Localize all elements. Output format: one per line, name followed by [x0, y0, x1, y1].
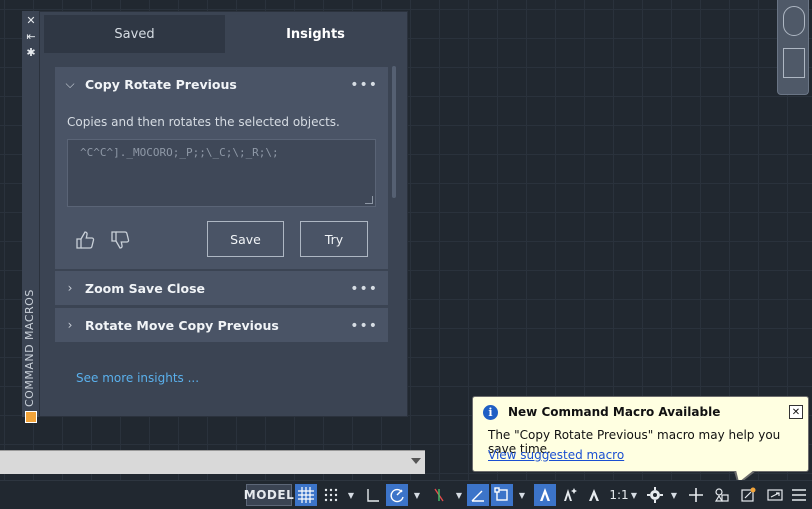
macro-title: Zoom Save Close [85, 280, 205, 296]
info-icon: i [483, 405, 498, 420]
more-options-icon[interactable]: ••• [350, 281, 378, 297]
macro-text-field[interactable]: ^C^C^]._MOCORO;_P;;\_C;\;_R;\; [67, 139, 376, 207]
thumbs-down-icon[interactable] [109, 229, 131, 251]
macro-card-header[interactable]: ⌵ Copy Rotate Previous [55, 67, 388, 101]
chevron-down-icon[interactable]: ▼ [628, 484, 640, 506]
chevron-right-icon: › [67, 318, 73, 332]
view-suggested-macro-link[interactable]: View suggested macro [488, 448, 624, 462]
chevron-down-icon[interactable]: ▼ [668, 484, 680, 506]
tab-saved[interactable]: Saved [44, 15, 225, 53]
tab-insights[interactable]: Insights [225, 15, 406, 53]
isolate-objects-icon[interactable] [711, 484, 733, 506]
chevron-down-icon[interactable]: ▼ [410, 484, 424, 506]
snap-icon[interactable] [320, 484, 342, 506]
macro-title: Rotate Move Copy Previous [85, 317, 279, 333]
steering-wheel-icon[interactable] [783, 6, 805, 36]
polar-tracking-icon[interactable] [386, 484, 408, 506]
annotation-visibility-icon[interactable] [534, 484, 556, 506]
chevron-down-icon[interactable]: ▼ [344, 484, 358, 506]
thumbs-up-icon[interactable] [74, 229, 96, 251]
command-line[interactable] [0, 450, 425, 474]
gear-icon[interactable] [644, 484, 666, 506]
plus-icon[interactable] [685, 484, 707, 506]
chevron-down-icon[interactable]: ▼ [452, 484, 466, 506]
notification-title: New Command Macro Available [508, 405, 721, 419]
fullscreen-icon[interactable] [764, 484, 786, 506]
try-button[interactable]: Try [300, 221, 368, 257]
macro-card-rotate-move-copy-previous[interactable]: › Rotate Move Copy Previous ••• [55, 308, 388, 342]
annotation-scale-value[interactable]: 1:1 [609, 484, 629, 506]
model-space-button[interactable]: MODEL [244, 484, 294, 506]
palette-title-strip: ✕ ⇤ ✱ COMMAND MACROS [22, 11, 40, 423]
annotation-scale-icon[interactable] [583, 484, 605, 506]
command-macros-palette: Saved Insights ⌵ Copy Rotate Previous ••… [40, 11, 408, 417]
auto-hide-icon[interactable]: ⇤ [22, 29, 40, 43]
palette-title: COMMAND MACROS [23, 289, 36, 407]
close-icon[interactable]: ✕ [22, 13, 40, 27]
close-notification-button[interactable]: ✕ [789, 405, 803, 419]
palette-scrollbar[interactable] [392, 66, 396, 198]
isodraft-icon[interactable] [428, 484, 450, 506]
object-snap-tracking-icon[interactable] [467, 484, 489, 506]
more-options-icon[interactable]: ••• [350, 318, 378, 334]
macro-title: Copy Rotate Previous [85, 76, 237, 92]
macro-text: ^C^C^]._MOCORO;_P;;\_C;\;_R;\; [80, 146, 279, 159]
palette-tabs: Saved Insights [44, 15, 406, 53]
customization-menu-icon[interactable] [788, 484, 810, 506]
macro-description: Copies and then rotates the selected obj… [67, 115, 340, 129]
properties-icon[interactable]: ✱ [22, 45, 40, 59]
auto-scale-icon[interactable] [559, 484, 581, 506]
macro-card-copy-rotate-previous: ⌵ Copy Rotate Previous ••• Copies and th… [55, 67, 388, 269]
navigation-bar [777, 0, 809, 95]
command-history-dropdown-icon[interactable] [411, 458, 421, 464]
autocad-logo-icon [25, 411, 37, 423]
showmotion-icon[interactable] [783, 48, 805, 78]
macro-card-header[interactable]: › Zoom Save Close [55, 271, 388, 305]
chevron-down-icon[interactable]: ▼ [515, 484, 529, 506]
see-more-insights-link[interactable]: See more insights ... [76, 371, 199, 385]
ortho-icon[interactable] [362, 484, 384, 506]
status-bar: MODEL ▼ ▼ ▼ ▼ 1:1 ▼ ▼ [0, 480, 812, 509]
macro-advisor-icon[interactable] [737, 484, 759, 506]
more-options-icon[interactable]: ••• [350, 77, 378, 93]
object-snap-icon[interactable] [491, 484, 513, 506]
macro-card-zoom-save-close[interactable]: › Zoom Save Close ••• [55, 271, 388, 305]
resize-grip-icon[interactable] [365, 196, 373, 204]
grid-icon[interactable] [295, 484, 317, 506]
chevron-right-icon: › [67, 281, 73, 295]
chevron-down-icon: ⌵ [65, 76, 75, 91]
notification-balloon: i New Command Macro Available ✕ The "Cop… [472, 396, 809, 472]
macro-card-header[interactable]: › Rotate Move Copy Previous [55, 308, 388, 342]
save-button[interactable]: Save [207, 221, 284, 257]
